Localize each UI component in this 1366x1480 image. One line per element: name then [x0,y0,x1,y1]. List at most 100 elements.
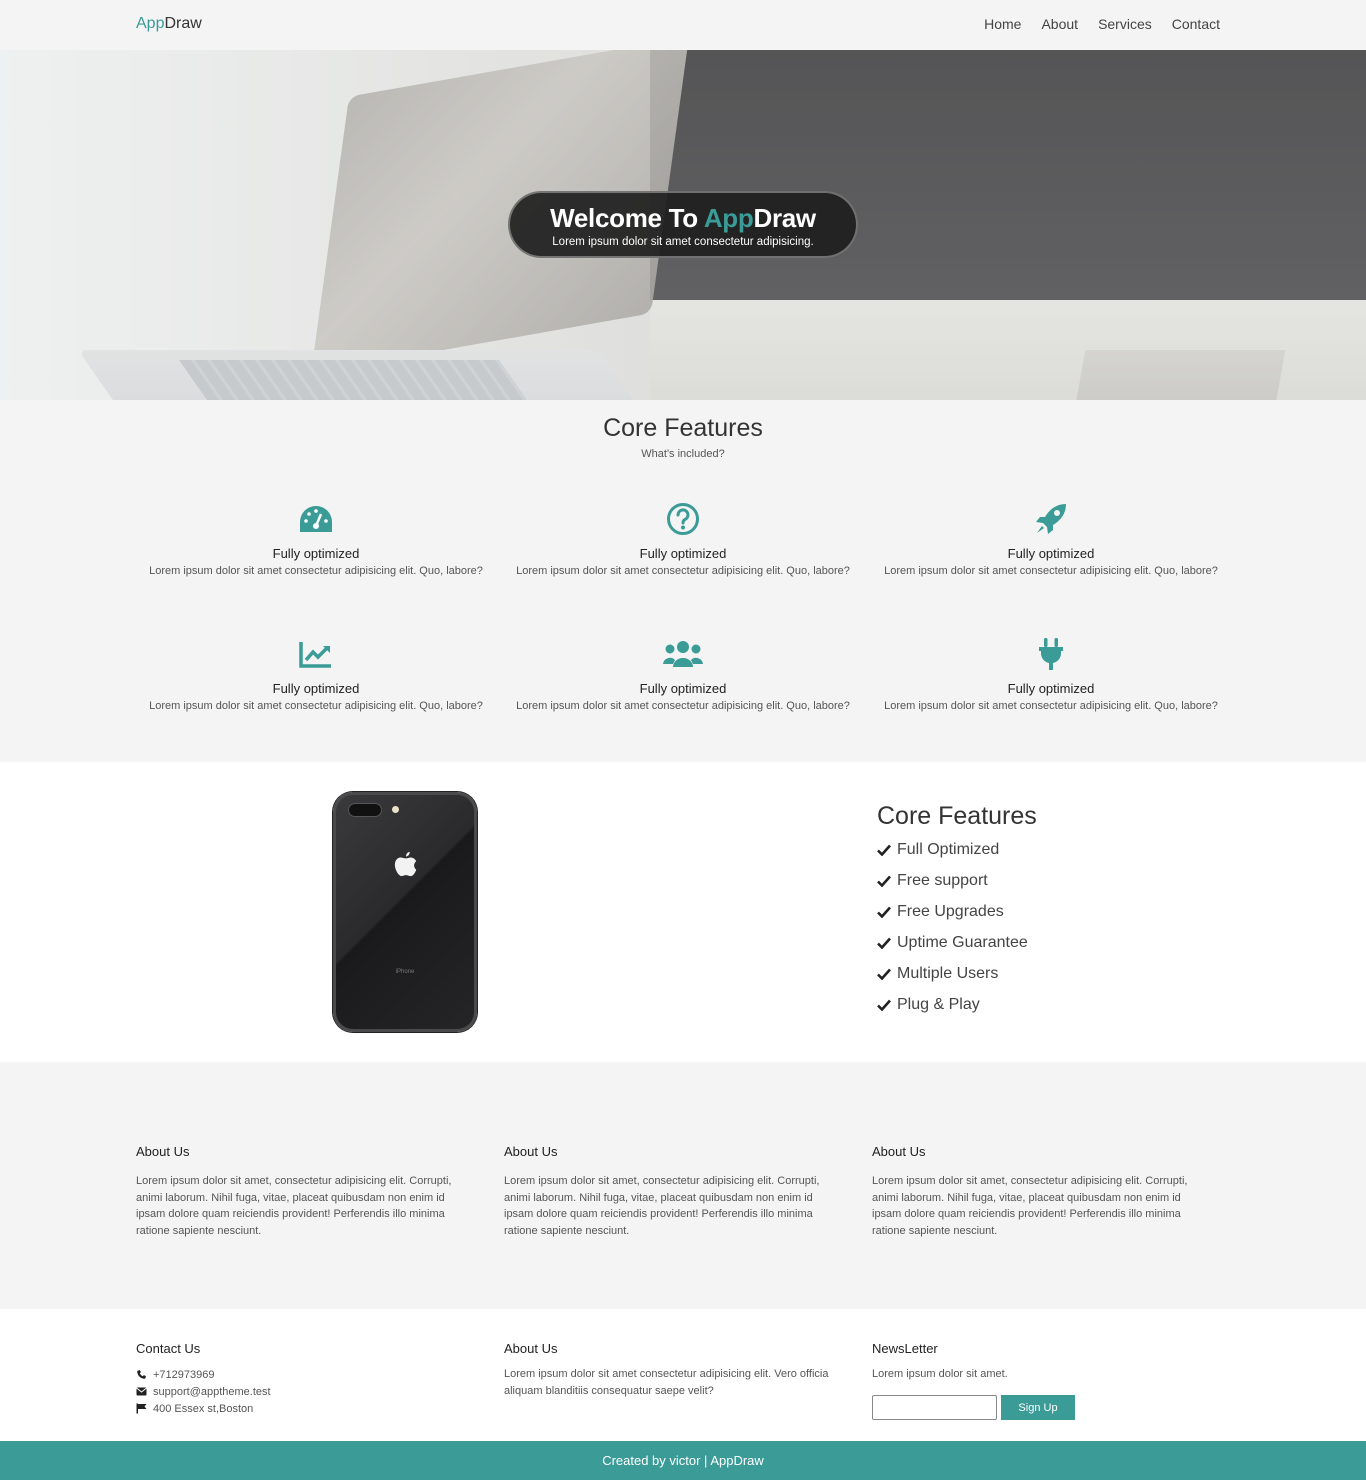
check-icon [877,937,893,949]
check-icon [877,999,893,1011]
newsletter-column: NewsLetter Lorem ipsum dolor sit amet. S… [872,1341,1212,1420]
brand-logo[interactable]: AppDraw [136,15,202,33]
list-item-label: Free Upgrades [897,902,1004,920]
phone-camera [348,803,382,817]
list-item-label: Free support [897,871,988,889]
features-title: Core Features [603,414,763,442]
feature-title: Fully optimized [1007,681,1095,696]
nav-link-about[interactable]: About [1041,16,1078,32]
about-section: About Us Lorem ipsum dolor sit amet, con… [0,1062,1366,1309]
contact-address: 400 Essex st,Boston [136,1400,476,1417]
feature-card: Fully optimized Lorem ipsum dolor sit am… [508,502,858,580]
about-title: About Us [872,1144,926,1159]
copyright-bar: Created by victor | AppDraw [0,1441,1366,1480]
feature-title: Fully optimized [272,681,360,696]
feature-text: Lorem ipsum dolor sit amet consectetur a… [884,700,1218,712]
list-item: Full Optimized [877,834,1037,865]
signup-button[interactable]: Sign Up [1001,1395,1075,1420]
phone-flash [392,806,399,813]
hero-subtitle: Lorem ipsum dolor sit amet consectetur a… [552,236,814,248]
showcase-section: iPhone Core Features Full Optimized Free… [0,762,1366,1062]
about-title: About Us [504,1144,558,1159]
apple-logo-icon [394,851,417,877]
users-icon [508,637,858,671]
contact-email: support@apptheme.test [136,1383,476,1400]
list-item: Free support [877,865,1037,896]
feature-card: Fully optimized Lorem ipsum dolor sit am… [141,502,491,580]
plug-icon [876,637,1226,671]
nav-links: Home About Services Contact [984,16,1220,32]
list-item-label: Uptime Guarantee [897,933,1028,951]
newsletter-title: NewsLetter [872,1341,938,1356]
question-circle-icon [508,502,858,536]
hero-title-accent: App [703,203,754,233]
about-title: About Us [136,1144,190,1159]
check-icon [877,844,893,856]
feature-title: Fully optimized [272,546,360,561]
feature-card: Fully optimized Lorem ipsum dolor sit am… [508,637,858,715]
newsletter-text: Lorem ipsum dolor sit amet. [872,1368,1008,1380]
about-text: Lorem ipsum dolor sit amet, consectetur … [872,1175,1188,1238]
brand-accent: App [136,15,165,32]
contact-address-text: 400 Essex st,Boston [153,1402,254,1415]
feature-card: Fully optimized Lorem ipsum dolor sit am… [876,502,1226,580]
nav-link-contact[interactable]: Contact [1172,16,1220,32]
phone-icon [136,1369,149,1380]
contact-phone: +712973969 [136,1366,476,1383]
feature-title: Fully optimized [639,546,727,561]
contact-phone-text[interactable]: +712973969 [153,1369,214,1381]
contact-column: Contact Us +712973969 support@apptheme.t… [136,1341,476,1417]
features-section: Core Features What's included? Fully opt… [0,400,1366,762]
brand-rest: Draw [164,15,202,32]
contact-title: Contact Us [136,1341,201,1356]
feature-card: Fully optimized Lorem ipsum dolor sit am… [141,637,491,715]
feature-text: Lorem ipsum dolor sit amet consectetur a… [516,565,850,577]
feature-title: Fully optimized [1007,546,1095,561]
feature-text: Lorem ipsum dolor sit amet consectetur a… [149,700,483,712]
check-icon [877,875,893,887]
about-text: Lorem ipsum dolor sit amet, consectetur … [136,1175,452,1238]
feature-text: Lorem ipsum dolor sit amet consectetur a… [516,700,850,712]
envelope-icon [136,1387,149,1396]
feature-title: Fully optimized [639,681,727,696]
hero-title: Welcome To AppDraw [510,203,856,234]
hero-title-rest: Draw [753,203,816,233]
rocket-icon [876,502,1226,536]
info-about-title: About Us [504,1341,558,1356]
list-item-label: Multiple Users [897,964,999,982]
footer-info: Contact Us +712973969 support@apptheme.t… [0,1309,1366,1441]
feature-list: Core Features Full Optimized Free suppor… [877,802,1037,1020]
feature-card: Fully optimized Lorem ipsum dolor sit am… [876,637,1226,715]
features-subtitle: What's included? [641,448,725,460]
about-column: About Us Lorem ipsum dolor sit amet, con… [872,1144,1212,1240]
phone-model-text: iPhone [395,969,415,975]
contact-email-text[interactable]: support@apptheme.test [153,1386,271,1398]
info-about-text: Lorem ipsum dolor sit amet consectetur a… [504,1368,829,1397]
check-icon [877,968,893,980]
nav-link-services[interactable]: Services [1098,16,1152,32]
copyright-text: Created by victor | AppDraw [602,1453,764,1468]
flag-icon [136,1403,149,1414]
speedometer-icon [141,502,491,536]
hero-banner: Welcome To AppDraw Lorem ipsum dolor sit… [0,50,1366,400]
list-item: Plug & Play [877,989,1037,1020]
newsletter-form: Sign Up [872,1395,1212,1420]
list-item-label: Plug & Play [897,995,980,1013]
feature-text: Lorem ipsum dolor sit amet consectetur a… [149,565,483,577]
nav-link-home[interactable]: Home [984,16,1021,32]
chart-line-icon [141,637,491,671]
hero-caption: Welcome To AppDraw Lorem ipsum dolor sit… [508,191,858,258]
about-column: About Us Lorem ipsum dolor sit amet, con… [504,1144,844,1240]
info-about-column: About Us Lorem ipsum dolor sit amet cons… [504,1341,844,1400]
about-column: About Us Lorem ipsum dolor sit amet, con… [136,1144,476,1240]
feature-text: Lorem ipsum dolor sit amet consectetur a… [884,565,1218,577]
list-item: Multiple Users [877,958,1037,989]
about-text: Lorem ipsum dolor sit amet, consectetur … [504,1175,820,1238]
list-item: Uptime Guarantee [877,927,1037,958]
list-item: Free Upgrades [877,896,1037,927]
check-icon [877,906,893,918]
navbar: AppDraw Home About Services Contact [0,0,1366,50]
newsletter-email-input[interactable] [872,1395,997,1420]
list-item-label: Full Optimized [897,840,1000,858]
hero-title-prefix: Welcome To [550,203,704,233]
